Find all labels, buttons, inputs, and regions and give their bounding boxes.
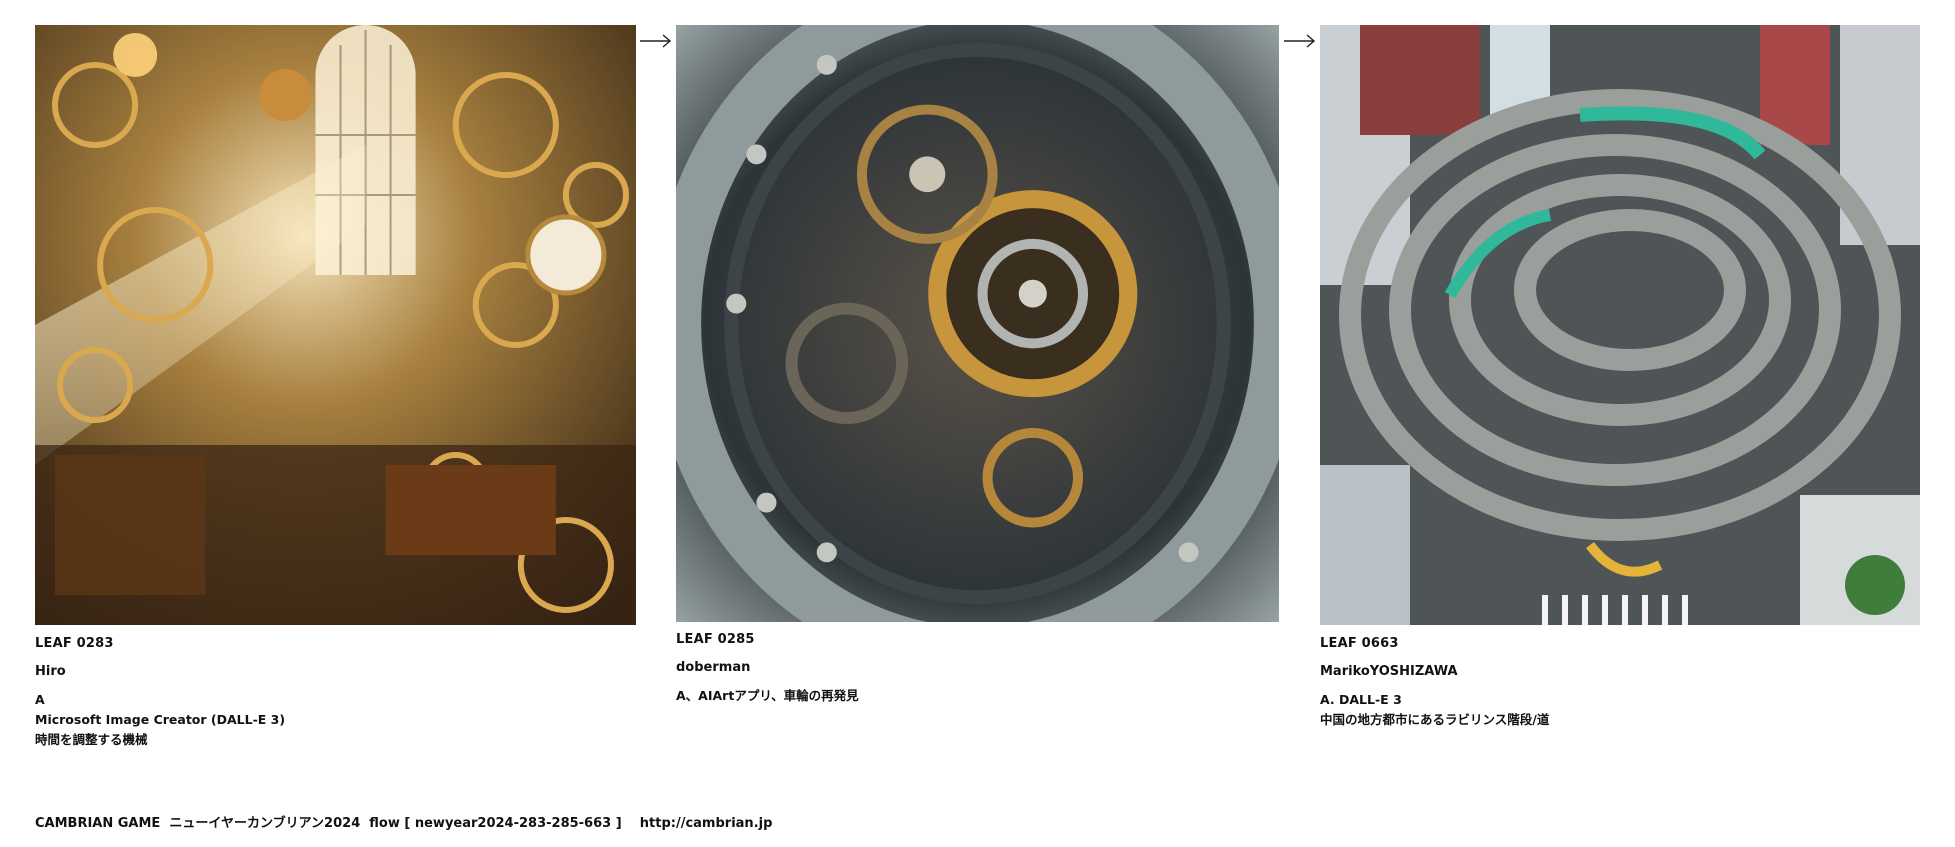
leaf-image-spiral-walkway[interactable] — [1320, 25, 1920, 625]
leaf-image-gear-wheel[interactable] — [676, 25, 1279, 622]
leaf-author: Hiro — [35, 664, 66, 679]
leaf-id: LEAF 0663 — [1320, 636, 1399, 651]
leaf-answer: A Microsoft Image Creator (DALL-E 3) 時間を… — [35, 690, 285, 750]
leaf-answer-line: A、AIArtアプリ、車輪の再発見 — [676, 688, 859, 703]
leaf-id: LEAF 0285 — [676, 632, 755, 647]
leaf-answer-line: Microsoft Image Creator (DALL-E 3) — [35, 712, 286, 727]
arrow-right-icon — [640, 34, 672, 48]
leaf-image-steampunk-workshop[interactable] — [35, 25, 636, 625]
leaf-answer: A. DALL-E 3 中国の地方都市にあるラビリンス階段/道 — [1320, 690, 1549, 730]
leaf-answer-line: 時間を調整する機械 — [35, 732, 148, 747]
footer-flow-caption: CAMBRIAN GAME ニューイヤーカンブリアン2024 flow [ ne… — [35, 816, 773, 831]
leaf-author: MarikoYOSHIZAWA — [1320, 664, 1458, 679]
arrow-right-icon — [1284, 34, 1316, 48]
leaf-answer: A、AIArtアプリ、車輪の再発見 — [676, 686, 859, 706]
leaf-answer-line: 中国の地方都市にあるラビリンス階段/道 — [1320, 712, 1550, 727]
leaf-answer-line: A. DALL-E 3 — [1320, 692, 1402, 707]
leaf-id: LEAF 0283 — [35, 636, 114, 651]
leaf-answer-line: A — [35, 692, 45, 707]
leaf-author: doberman — [676, 660, 751, 675]
